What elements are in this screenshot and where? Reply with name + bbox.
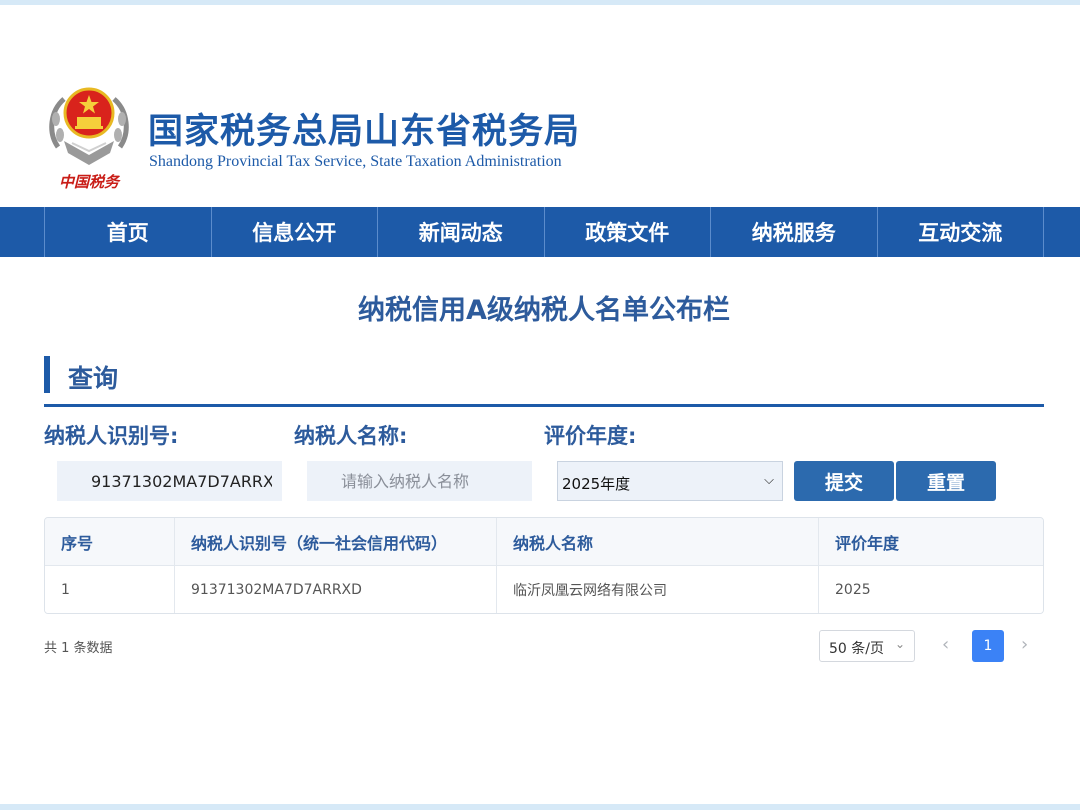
section-divider [44,404,1044,407]
prev-page-icon[interactable]: ‹ [942,634,949,655]
site-subtitle: Shandong Provincial Tax Service, State T… [149,153,562,170]
year-label: 评价年度: [544,424,637,448]
column-header-index: 序号 [45,518,175,565]
nav-item-interaction[interactable]: 互动交流 [878,207,1044,257]
tin-label: 纳税人识别号: [44,424,179,448]
column-header-name: 纳税人名称 [497,518,819,565]
page-size-select[interactable]: 50 条/页 ⌄ [819,630,915,662]
name-input[interactable] [307,461,532,501]
page-title: 纳税信用A级纳税人名单公布栏 [358,295,730,326]
table-row: 1 91371302MA7D7ARRXD 临沂凤凰云网络有限公司 2025 [45,566,1043,613]
nav-item-home[interactable]: 首页 [45,207,212,257]
cell-tin: 91371302MA7D7ARRXD [175,566,497,613]
cell-year: 2025 [835,581,871,598]
cell-index: 1 [45,566,175,613]
next-page-icon[interactable]: › [1021,634,1028,655]
svg-text:中国税务: 中国税务 [59,173,121,191]
chevron-down-icon: ⌵ [764,473,774,488]
chevron-down-icon: ⌄ [894,637,905,651]
column-header-year: 评价年度 [835,533,900,553]
year-select-value: 2025年度 [562,475,631,493]
cell-name: 临沂凤凰云网络有限公司 [497,566,819,613]
submit-button[interactable]: 提交 [794,461,894,501]
table-header-row: 序号 纳税人识别号（统一社会信用代码） 纳税人名称 评价年度 [45,518,1043,566]
bottom-strip [0,804,1080,810]
tax-emblem-logo: 中国税务 [49,87,129,191]
total-count: 共 1 条数据 [44,641,113,656]
site-title: 国家税务总局山东省税务局 [148,112,581,152]
nav-item-news[interactable]: 新闻动态 [378,207,545,257]
page-size-value: 50 条/页 [829,641,884,657]
reset-button[interactable]: 重置 [896,461,996,501]
name-label: 纳税人名称: [294,424,408,448]
site-header: 中国税务 国家税务总局山东省税务局 Shandong Provincial Ta… [0,5,1080,207]
page-button-1[interactable]: 1 [972,630,1004,662]
query-section-title: 查询 [68,364,119,393]
nav-item-info-disclosure[interactable]: 信息公开 [212,207,378,257]
tin-input[interactable] [57,461,282,501]
year-select[interactable]: 2025年度 ⌵ [557,461,783,501]
column-header-tin: 纳税人识别号（统一社会信用代码） [175,518,497,565]
nav-item-tax-services[interactable]: 纳税服务 [711,207,878,257]
section-marker [44,356,50,393]
main-nav: 首页 信息公开 新闻动态 政策文件 纳税服务 互动交流 [0,207,1080,257]
results-table: 序号 纳税人识别号（统一社会信用代码） 纳税人名称 评价年度 1 9137130… [44,517,1044,614]
nav-item-policy-documents[interactable]: 政策文件 [545,207,711,257]
